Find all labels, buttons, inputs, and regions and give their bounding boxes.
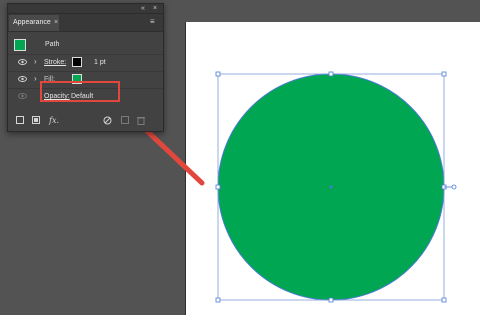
- object-thumbnail: [14, 39, 26, 51]
- handle-middle-left[interactable]: [215, 184, 221, 190]
- stroke-swatch[interactable]: [72, 57, 82, 67]
- opacity-highlight-box: [40, 81, 120, 102]
- new-fill-icon[interactable]: [32, 116, 40, 127]
- handle-top-right[interactable]: [441, 71, 447, 77]
- stroke-row[interactable]: › Stroke: 1 pt: [8, 54, 163, 72]
- new-stroke-icon[interactable]: [16, 116, 24, 127]
- panel-bottom-toolbar: fx.: [8, 112, 163, 131]
- fx-icon[interactable]: fx.: [49, 116, 59, 126]
- live-corner-widget[interactable]: [451, 184, 457, 190]
- center-point: [329, 185, 333, 189]
- chevron-right-icon[interactable]: ›: [34, 72, 37, 86]
- handle-bottom-center[interactable]: [328, 297, 334, 303]
- delete-item-icon[interactable]: [137, 116, 145, 128]
- close-panel-icon[interactable]: ×: [153, 4, 157, 13]
- appearance-panel: « × Appearance × ≡ Path › Stroke: 1 pt ›…: [7, 3, 164, 132]
- object-type-row: Path: [8, 35, 163, 55]
- panel-top-bar[interactable]: « ×: [8, 4, 163, 14]
- handle-top-center[interactable]: [328, 71, 334, 77]
- eye-icon[interactable]: [18, 59, 27, 65]
- chevron-right-icon[interactable]: ›: [34, 55, 37, 69]
- eye-icon[interactable]: [18, 93, 27, 99]
- tab-row: Appearance ×: [8, 14, 163, 32]
- object-type-label: Path: [45, 41, 60, 48]
- collapse-icon[interactable]: «: [141, 4, 145, 13]
- stroke-weight-value[interactable]: 1 pt: [94, 54, 106, 71]
- eye-icon[interactable]: [18, 76, 27, 82]
- tab-close-icon[interactable]: ×: [54, 15, 62, 31]
- duplicate-item-icon[interactable]: [121, 116, 129, 127]
- panel-menu-icon[interactable]: ≡: [150, 17, 155, 26]
- stroke-label[interactable]: Stroke:: [44, 54, 66, 71]
- handle-bottom-left[interactable]: [215, 297, 221, 303]
- clear-appearance-icon[interactable]: [103, 116, 112, 128]
- handle-bottom-right[interactable]: [441, 297, 447, 303]
- tab-appearance[interactable]: Appearance: [9, 15, 59, 31]
- handle-top-left[interactable]: [215, 71, 221, 77]
